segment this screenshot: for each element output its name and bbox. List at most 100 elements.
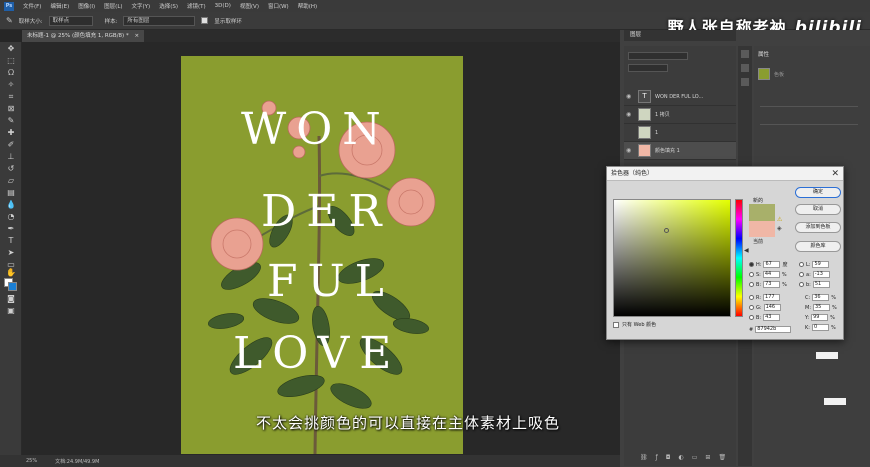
layer-row[interactable]: 1 [624, 124, 736, 142]
web-safe-cube-icon[interactable]: ◈ [777, 225, 782, 232]
menu-window[interactable]: 窗口(W) [268, 2, 289, 10]
brush-tool-icon[interactable]: ✐ [5, 140, 17, 150]
lab-a-radio[interactable] [799, 272, 804, 277]
menu-type[interactable]: 文字(Y) [132, 2, 151, 10]
menu-edit[interactable]: 编辑(E) [50, 2, 69, 10]
zoom-level[interactable]: 25% [26, 458, 37, 464]
add-to-swatches-button[interactable]: 添加到色板 [795, 222, 841, 233]
sample-size-select[interactable]: 取样点 [48, 15, 93, 26]
saturation-radio[interactable] [749, 272, 754, 277]
crop-tool-icon[interactable]: ⌗ [5, 92, 17, 102]
lab-l-input[interactable]: 59 [812, 261, 830, 268]
mask-icon[interactable]: ◘ [666, 454, 671, 461]
sample-select[interactable]: 所有图层 [123, 15, 196, 26]
menu-help[interactable]: 帮助(H) [298, 2, 317, 10]
ok-button[interactable]: 确定 [795, 187, 841, 198]
visibility-eye-icon[interactable]: ◉ [626, 93, 634, 100]
text-color-swatch[interactable] [816, 352, 838, 359]
gradient-tool-icon[interactable]: ▤ [5, 188, 17, 198]
quick-select-tool-icon[interactable]: ✧ [5, 80, 17, 90]
move-tool-icon[interactable]: ✥ [5, 44, 17, 54]
link-icon[interactable]: ⛓ [640, 454, 648, 461]
folder-icon[interactable]: ▭ [692, 454, 698, 461]
cancel-button[interactable]: 取消 [795, 204, 841, 215]
document-tab[interactable]: 未标题-1 @ 25% (颜色填充 1, RGB/8) * × [22, 30, 145, 42]
layer-row[interactable]: ◉ T WON DER FUL LO... [624, 88, 736, 106]
path-select-tool-icon[interactable]: ➤ [5, 248, 17, 258]
current-color-swatch[interactable] [749, 221, 775, 237]
web-colors-only-option[interactable]: 只有 Web 颜色 [613, 321, 656, 328]
menu-3d[interactable]: 3D(D) [215, 3, 231, 9]
adjustment-icon[interactable]: ◐ [679, 454, 684, 461]
layers-panel-tab[interactable]: 图层 [624, 30, 736, 41]
menu-filter[interactable]: 滤镜(T) [187, 2, 206, 10]
blue-input[interactable]: 43 [763, 314, 781, 321]
text-color-swatch-2[interactable] [824, 398, 846, 405]
close-icon[interactable]: × [134, 33, 139, 39]
trash-icon[interactable]: 🗑 [718, 454, 726, 461]
frame-tool-icon[interactable]: ⊠ [5, 104, 17, 114]
lab-b-radio[interactable] [799, 282, 804, 287]
color-field[interactable] [613, 199, 731, 317]
hex-input[interactable]: 87942b [755, 326, 792, 333]
gamut-warning-icon[interactable]: ⚠ [777, 216, 782, 223]
color-libraries-button[interactable]: 颜色库 [795, 241, 841, 252]
hue-slider[interactable] [735, 199, 743, 317]
layer-filter-select[interactable] [628, 52, 688, 60]
lab-a-input[interactable]: -13 [812, 271, 830, 278]
panel-icon[interactable] [741, 64, 749, 72]
screen-mode-icon[interactable]: ▣ [5, 306, 17, 316]
yellow-input[interactable]: 99 [811, 314, 829, 321]
menu-file[interactable]: 文件(F) [23, 2, 41, 10]
clone-stamp-tool-icon[interactable]: ⊥ [5, 152, 17, 162]
fill-color-swatch[interactable] [758, 68, 770, 80]
show-ring-checkbox[interactable] [201, 17, 209, 24]
web-colors-only-checkbox[interactable] [613, 321, 619, 328]
color-field-cursor-icon[interactable] [664, 228, 669, 233]
eyedropper-icon[interactable]: ✎ [6, 16, 13, 25]
lab-b-input[interactable]: 51 [812, 281, 830, 288]
visibility-eye-icon[interactable]: ◉ [626, 147, 634, 154]
blue-radio[interactable] [749, 315, 754, 320]
new-layer-icon[interactable]: ⊞ [705, 454, 710, 461]
hue-radio[interactable] [749, 262, 754, 267]
lab-l-radio[interactable] [799, 262, 804, 267]
green-input[interactable]: 146 [763, 304, 781, 311]
close-icon[interactable]: ✕ [831, 167, 839, 181]
marquee-tool-icon[interactable]: ⬚ [5, 56, 17, 66]
fx-icon[interactable]: ƒ [656, 454, 658, 461]
magenta-input[interactable]: 35 [813, 304, 830, 311]
eyedropper-tool-icon[interactable]: ✎ [5, 116, 17, 126]
blend-mode-select[interactable] [628, 64, 668, 72]
hue-slider-arrow-icon[interactable]: ◀ [744, 247, 749, 254]
pen-tool-icon[interactable]: ✒ [5, 224, 17, 234]
green-radio[interactable] [749, 305, 754, 310]
menu-select[interactable]: 选择(S) [159, 2, 178, 10]
lasso-tool-icon[interactable]: ᘯ [5, 68, 17, 78]
layer-row[interactable]: ◉ 1 拷贝 [624, 106, 736, 124]
brightness-input[interactable]: 73 [763, 281, 781, 288]
menu-image[interactable]: 图像(I) [78, 2, 95, 10]
history-brush-tool-icon[interactable]: ↺ [5, 164, 17, 174]
hand-tool-icon[interactable]: ✋ [5, 268, 17, 278]
cyan-input[interactable]: 36 [812, 294, 830, 301]
hue-input[interactable]: 67 [763, 261, 781, 268]
document-canvas[interactable]: WON DER FUL LOVE [181, 56, 463, 454]
visibility-eye-icon[interactable]: ◉ [626, 111, 634, 118]
panel-icon[interactable] [741, 50, 749, 58]
red-radio[interactable] [749, 295, 754, 300]
brightness-radio[interactable] [749, 282, 754, 287]
type-tool-icon[interactable]: T [5, 236, 17, 246]
red-input[interactable]: 177 [763, 294, 781, 301]
quick-mask-icon[interactable]: ◙ [5, 294, 17, 304]
menu-layer[interactable]: 图层(L) [104, 2, 122, 10]
dodge-tool-icon[interactable]: ◔ [5, 212, 17, 222]
blur-tool-icon[interactable]: 💧 [5, 200, 17, 210]
background-color-swatch[interactable] [8, 282, 17, 291]
eraser-tool-icon[interactable]: ▱ [5, 176, 17, 186]
menu-view[interactable]: 视图(V) [240, 2, 259, 10]
healing-brush-tool-icon[interactable]: ✚ [5, 128, 17, 138]
black-input[interactable]: 0 [811, 324, 829, 331]
saturation-input[interactable]: 44 [762, 271, 780, 278]
layer-row-selected[interactable]: ◉ 颜色填充 1 [624, 142, 736, 160]
